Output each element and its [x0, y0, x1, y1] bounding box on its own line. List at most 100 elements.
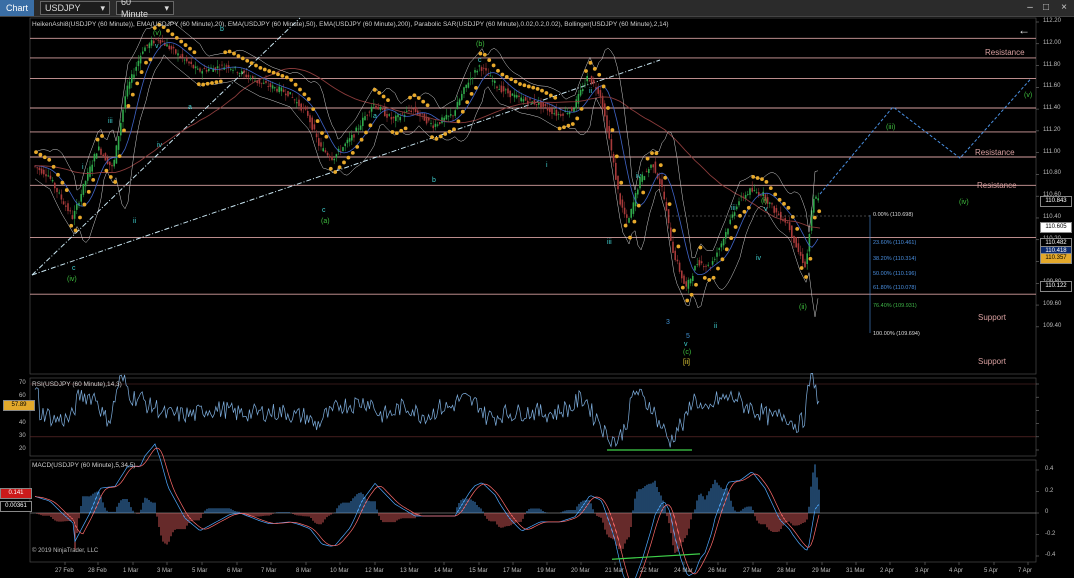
wave-label: iv — [157, 142, 163, 149]
sar-dot — [716, 266, 720, 271]
candle-body — [384, 108, 386, 117]
candle-body — [571, 107, 573, 111]
candle-body — [469, 78, 472, 80]
close-button[interactable]: × — [1056, 0, 1072, 16]
sar-dot — [553, 95, 558, 100]
candle-body — [432, 125, 434, 129]
sar-dot — [306, 97, 311, 101]
macd-tick-label: 0.4 — [1045, 466, 1054, 472]
candle-body — [313, 124, 316, 130]
sar-dot — [804, 275, 808, 279]
sar-dot — [610, 128, 615, 132]
sar-dot — [632, 219, 637, 224]
wave-label: iii — [607, 239, 612, 246]
x-axis-label: 7 Apr — [1018, 568, 1033, 574]
sar-dot — [575, 116, 580, 121]
candle-body — [630, 209, 632, 218]
price-value-box: 110.357 — [1040, 253, 1072, 264]
sar-dot — [108, 175, 113, 179]
candle-body — [84, 180, 87, 187]
sar-dot — [531, 85, 536, 90]
x-axis-label: 3 Apr — [915, 568, 930, 574]
sar-dot — [100, 134, 104, 138]
candle-body — [549, 108, 551, 112]
candle-body — [661, 179, 663, 187]
candle-body — [47, 175, 49, 177]
maximize-button[interactable]: □ — [1038, 0, 1054, 16]
candle-body — [601, 95, 604, 110]
candle-body — [199, 68, 201, 72]
candle-body — [729, 219, 731, 224]
back-arrow-icon[interactable]: ← — [1018, 23, 1030, 37]
candle-body — [104, 153, 107, 161]
sar-dot — [47, 157, 52, 162]
candle-body — [124, 96, 126, 109]
sar-dot — [540, 88, 544, 93]
window-title: Chart — [0, 0, 35, 16]
candle-body — [91, 164, 93, 172]
sar-dot — [447, 129, 452, 134]
candle-body — [412, 108, 415, 110]
candle-body — [401, 113, 404, 115]
candle-body — [584, 83, 586, 85]
price-tick-label: 111.00 — [1043, 148, 1061, 155]
candle-body — [161, 40, 164, 42]
instrument-selector[interactable]: USDJPY ▾ — [40, 1, 111, 15]
sar-dot — [496, 68, 500, 73]
candle-body — [56, 188, 58, 193]
candle-body — [553, 113, 555, 115]
price-panel-frame — [29, 17, 1037, 375]
sar-dot — [724, 247, 729, 252]
candle-body — [456, 101, 459, 110]
x-axis-label: 29 Mar — [812, 568, 831, 574]
candle-body — [373, 104, 375, 106]
sar-dot — [456, 119, 461, 124]
candle-body — [122, 109, 124, 122]
candle-body — [586, 76, 588, 82]
candle-body — [95, 153, 98, 159]
sar-dot — [174, 35, 179, 40]
sar-dot — [34, 150, 38, 155]
candle-body — [551, 108, 553, 114]
candle-body — [612, 154, 615, 163]
macd-tick-label: 0.2 — [1045, 487, 1054, 494]
sar-dot — [636, 203, 641, 208]
sar-dot — [64, 188, 69, 192]
period-selector[interactable]: 60 Minute ▾ — [116, 0, 175, 19]
candle-body — [285, 93, 287, 96]
x-axis-label: 28 Mar — [777, 568, 796, 574]
candle-body — [560, 114, 562, 116]
candle-body — [263, 82, 265, 84]
sar-dot — [799, 266, 804, 270]
candle-body — [502, 86, 505, 92]
candle-body — [397, 114, 399, 118]
chart-canvas[interactable] — [0, 17, 1074, 578]
sar-dot — [337, 165, 342, 170]
wave-label: a — [373, 113, 377, 120]
price-tick-label: 111.40 — [1043, 105, 1061, 112]
candle-body — [509, 90, 511, 98]
candle-body — [144, 47, 146, 52]
sar-dot — [535, 86, 540, 91]
sar-dot — [518, 82, 522, 86]
fib-level-label: 76.40% (109.931) — [873, 303, 917, 309]
sar-dot — [707, 277, 712, 282]
candle-body — [736, 206, 738, 210]
sar-dot — [359, 137, 364, 142]
candle-body — [258, 80, 261, 84]
minimize-button[interactable]: – — [1022, 0, 1038, 16]
sar-dot — [223, 50, 228, 55]
candle-body — [725, 231, 727, 239]
candle-body — [377, 106, 379, 110]
chart-svg[interactable] — [0, 17, 1074, 578]
sar-dot — [430, 135, 434, 140]
sar-dot — [465, 100, 470, 105]
sar-dot — [500, 72, 505, 77]
copyright-text: © 2019 NinjaTrader, LLC — [32, 548, 99, 554]
sar-dot — [438, 134, 443, 139]
sar-dot — [416, 96, 421, 100]
sar-dot — [399, 128, 404, 133]
candle-body — [483, 67, 485, 69]
candle-body — [62, 201, 65, 205]
candle-body — [529, 98, 531, 100]
